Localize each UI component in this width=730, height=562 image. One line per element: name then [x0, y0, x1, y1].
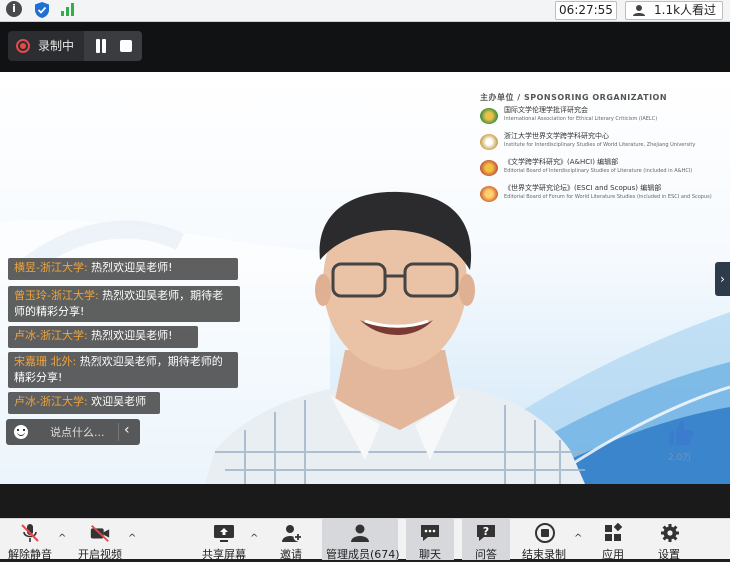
stop-recording-button[interactable]	[120, 40, 132, 52]
start-video-button[interactable]: 开启视频	[76, 519, 128, 561]
viewer-count-label: 1.1k人看过	[654, 3, 717, 17]
toolbar-label: 共享屏幕	[202, 548, 246, 561]
invite-button[interactable]: 邀请	[270, 519, 314, 561]
settings-button[interactable]: 设置	[650, 519, 690, 561]
apps-button[interactable]: 应用	[594, 519, 634, 561]
org-logo-icon	[480, 160, 498, 176]
recording-bar: 录制中	[0, 22, 730, 72]
camera-off-icon	[90, 525, 110, 542]
members-icon	[351, 524, 369, 542]
qa-button[interactable]: ? 问答	[462, 519, 510, 561]
chat-sender: 宋嘉珊 北外:	[14, 355, 77, 368]
org-name: 《文学跨学科研究》(A&HCI) 编辑部	[504, 158, 619, 166]
chat-sender: 横昱-浙江大学:	[14, 261, 88, 274]
viewer-count[interactable]: 1.1k人看过	[625, 1, 723, 20]
chat-sender: 卢冰-浙江大学:	[14, 395, 88, 408]
toolbar-label: 应用	[602, 548, 624, 561]
chat-text: 热烈欢迎吴老师，期待老师的	[76, 355, 223, 368]
add-user-icon	[282, 525, 303, 542]
toolbar-label: 聊天	[419, 548, 441, 561]
audio-options-caret[interactable]: ^	[58, 533, 66, 544]
stop-record-icon	[535, 523, 555, 543]
gear-icon	[661, 524, 679, 542]
chat-text: 师的精彩分享!	[14, 305, 85, 318]
org-name-en: Editorial Board of Interdisciplinary Stu…	[504, 168, 693, 174]
chat-message: 卢冰-浙江大学: 热烈欢迎吴老师!	[8, 326, 198, 348]
unmute-button[interactable]: 解除静音	[4, 519, 56, 561]
chat-button[interactable]: 聊天	[406, 519, 454, 561]
org-name-en: International Association for Ethical Li…	[504, 116, 658, 122]
main-video: 主办单位 / SPONSORING ORGANIZATION 国际文学伦理学批评…	[0, 72, 730, 484]
manage-members-button[interactable]: 管理成员(674)	[322, 519, 400, 561]
chat-message: 横昱-浙江大学: 热烈欢迎吴老师!	[8, 258, 238, 280]
end-recording-button[interactable]: 结束录制	[518, 519, 572, 561]
user-icon	[632, 4, 648, 22]
speaker-video	[205, 191, 585, 484]
org-name-en: Institute for Interdisciplinary Studies …	[504, 142, 696, 148]
chat-text: 精彩分享!	[14, 371, 63, 384]
shield-icon[interactable]	[34, 1, 52, 19]
chat-text: 热烈欢迎吴老师!	[87, 329, 173, 342]
question-icon: ?	[477, 525, 495, 541]
toolbar-label: 管理成员(674)	[326, 548, 400, 561]
chat-text: 热烈欢迎吴老师，期待老	[98, 289, 224, 302]
like-icon[interactable]	[666, 418, 696, 448]
sponsor-item: 《文学跨学科研究》(A&HCI) 编辑部 Editorial Board of …	[478, 157, 728, 181]
chat-icon	[421, 525, 439, 541]
record-icon	[16, 39, 30, 53]
toolbar-label: 设置	[658, 548, 680, 561]
svg-text:?: ?	[483, 525, 489, 538]
toolbar-label: 解除静音	[8, 548, 52, 561]
record-options-caret[interactable]: ^	[574, 533, 582, 544]
toolbar-label: 结束录制	[522, 548, 566, 561]
chat-input[interactable]: 说点什么...	[50, 424, 105, 440]
org-name: 国际文学伦理学批评研究会	[504, 106, 588, 114]
expand-panel-button[interactable]: ›	[715, 262, 730, 296]
sponsor-item: 浙江大学世界文学跨学科研究中心 Institute for Interdisci…	[478, 131, 728, 155]
sponsor-title: 主办单位 / SPONSORING ORGANIZATION	[480, 93, 668, 102]
share-screen-button[interactable]: 共享屏幕	[198, 519, 250, 561]
apps-icon	[605, 523, 623, 541]
chat-message: 曾玉玲-浙江大学: 热烈欢迎吴老师，期待老 师的精彩分享!	[8, 286, 240, 322]
pause-recording-button[interactable]	[94, 39, 108, 53]
status-bar: i 06:27:55 1.1k人看过	[0, 0, 730, 22]
chat-sender: 曾玉玲-浙江大学:	[14, 289, 99, 302]
video-options-caret[interactable]: ^	[128, 533, 136, 544]
meeting-toolbar: 解除静音 ^ 开启视频 ^ 共享屏幕 ^ 邀请 管理成员(674) 聊天 ? 问…	[0, 518, 730, 561]
recording-controls	[84, 31, 142, 61]
like-count: 2.0万	[668, 453, 692, 463]
org-logo-icon	[480, 108, 498, 124]
toolbar-label: 开启视频	[78, 548, 122, 561]
share-options-caret[interactable]: ^	[250, 533, 258, 544]
chat-message: 宋嘉珊 北外: 热烈欢迎吴老师，期待老师的 精彩分享!	[8, 352, 238, 388]
emoji-icon[interactable]	[14, 425, 28, 439]
sponsor-item: 国际文学伦理学批评研究会 International Association f…	[478, 105, 728, 129]
info-icon[interactable]: i	[6, 1, 24, 19]
org-logo-icon	[480, 134, 498, 150]
toolbar-label: 邀请	[280, 548, 302, 561]
microphone-muted-icon	[21, 524, 39, 542]
signal-strength-icon[interactable]	[60, 1, 78, 19]
collapse-chat-button[interactable]: ‹	[124, 422, 130, 438]
recording-indicator: 录制中	[8, 31, 142, 61]
video-bottom-bar	[0, 484, 730, 518]
meeting-time: 06:27:55	[555, 1, 617, 20]
chat-message: 卢冰-浙江大学: 欢迎吴老师	[8, 392, 160, 414]
org-name: 浙江大学世界文学跨学科研究中心	[504, 132, 609, 140]
recording-label: 录制中	[38, 39, 75, 53]
divider	[118, 423, 119, 441]
share-screen-icon	[214, 525, 234, 542]
chat-text: 欢迎吴老师	[87, 395, 147, 408]
chat-text: 热烈欢迎吴老师!	[87, 261, 173, 274]
chat-sender: 卢冰-浙江大学:	[14, 329, 88, 342]
toolbar-label: 问答	[475, 548, 497, 561]
chat-input-bar[interactable]: 说点什么... ‹	[6, 419, 140, 445]
